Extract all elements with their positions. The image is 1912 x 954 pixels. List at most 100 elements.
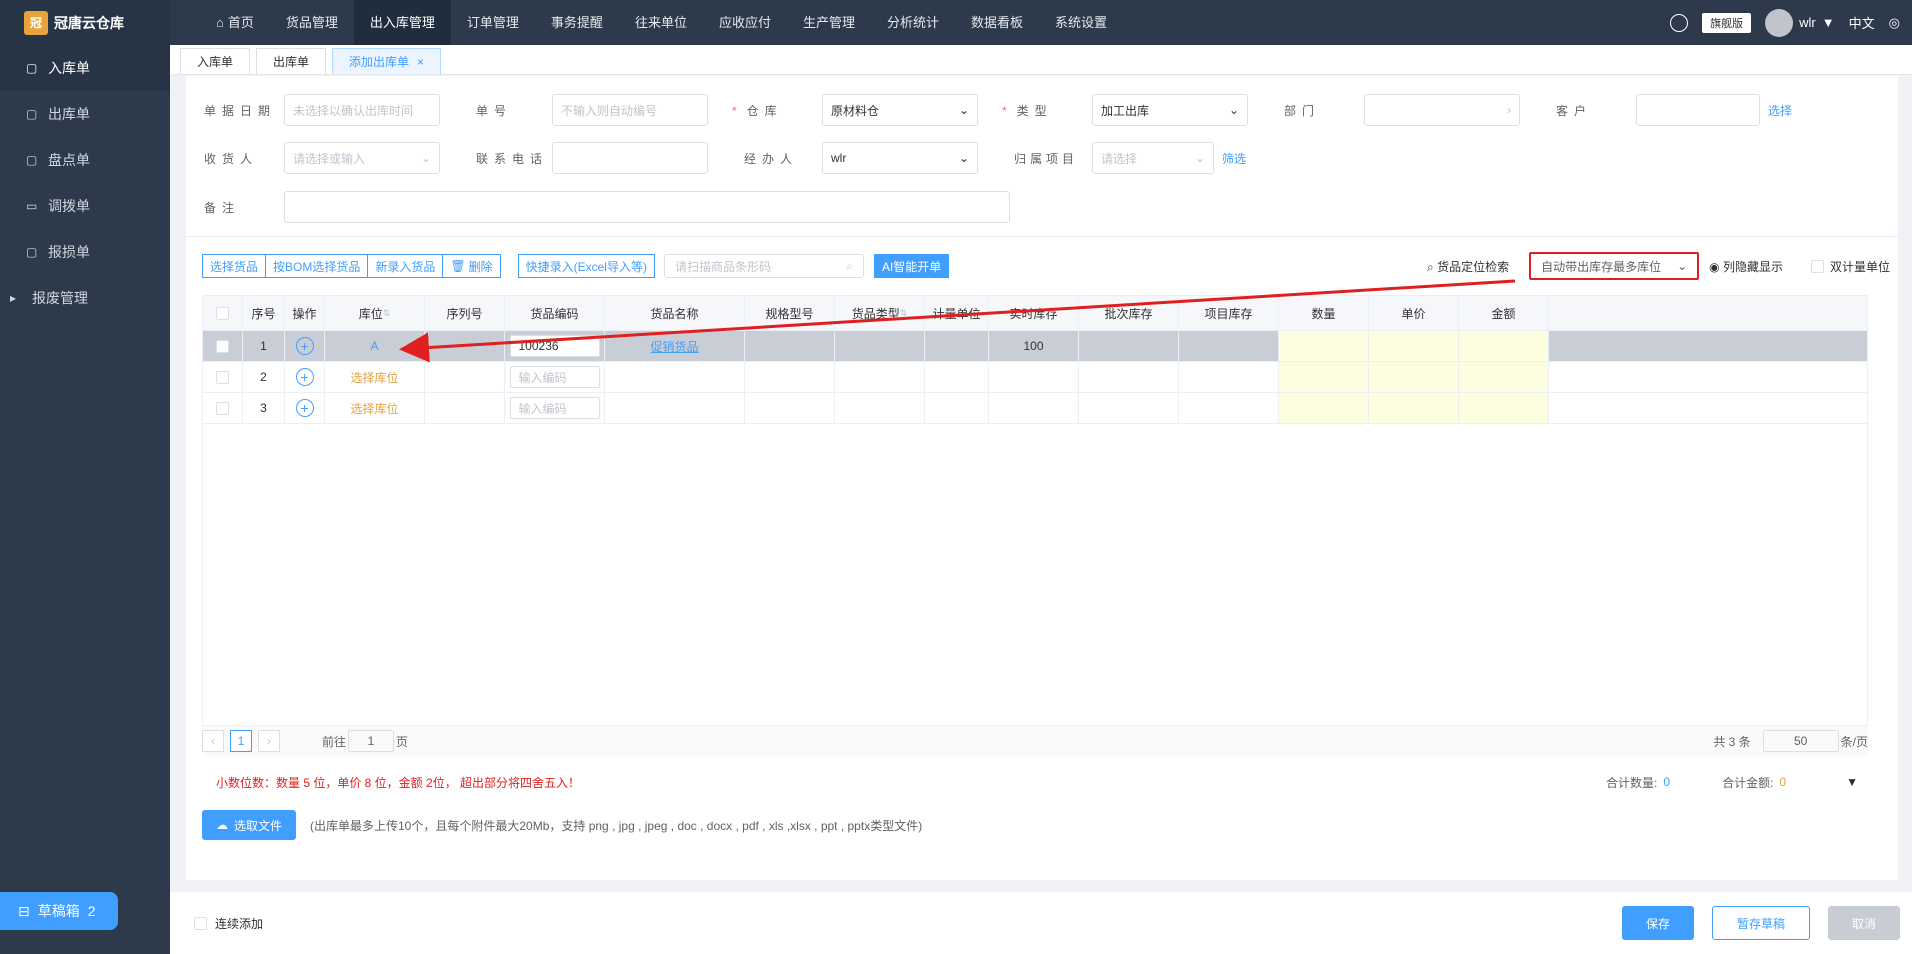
sidebar-item-transfer[interactable]: ▭ 调拨单 <box>0 183 170 229</box>
code-input[interactable]: 输入编码 <box>509 397 600 419</box>
locate-goods-button[interactable]: ⌕ 货品定位检索 <box>1427 258 1509 275</box>
col-header: 单价 <box>1369 296 1459 330</box>
page-size-select[interactable]: 50 <box>1762 730 1839 752</box>
ai-order-button[interactable]: AI智能开单 <box>873 254 950 278</box>
row-checkbox[interactable] <box>216 370 229 384</box>
nav-dashboard[interactable]: 数据看板 <box>955 0 1039 45</box>
price-cell[interactable] <box>1369 331 1459 361</box>
row-checkbox[interactable] <box>216 401 229 415</box>
amount-cell[interactable] <box>1459 393 1549 423</box>
handler-select[interactable]: wlr ⌄ <box>822 142 978 174</box>
amount-cell[interactable] <box>1459 362 1549 392</box>
select-goods-button[interactable]: 选择货品 <box>202 254 267 278</box>
new-goods-button[interactable]: 新录入货品 <box>367 254 444 278</box>
code-input[interactable]: 100236 <box>509 335 600 357</box>
globe-icon[interactable]: ◎ <box>1889 15 1900 31</box>
tab-inbound[interactable]: 入库单 <box>180 48 251 74</box>
remark-label: 备注 <box>204 200 241 215</box>
date-input[interactable]: 未选择以确认出库时间 <box>284 94 440 126</box>
nav-home[interactable]: ⌂ 首页 <box>200 0 270 45</box>
user-menu[interactable]: wlr ▼ <box>1765 8 1835 37</box>
serial-cell[interactable] <box>425 331 505 361</box>
dual-unit-checkbox[interactable]: 双计量单位 <box>1810 258 1890 275</box>
bom-select-button[interactable]: 按BOM选择货品 <box>265 254 369 278</box>
save-button[interactable]: 保存 <box>1621 906 1694 940</box>
phone-input[interactable] <box>552 142 708 174</box>
tab-outbound[interactable]: 出库单 <box>256 48 327 74</box>
checkbox[interactable] <box>194 916 207 930</box>
add-row-icon[interactable]: + <box>295 368 314 386</box>
brand-circle-icon[interactable] <box>1670 13 1689 32</box>
price-cell[interactable] <box>1369 393 1459 423</box>
nav-reminders[interactable]: 事务提醒 <box>535 0 619 45</box>
lang-switch[interactable]: 中文 <box>1849 13 1875 32</box>
code-input[interactable]: 输入编码 <box>509 366 600 388</box>
receiver-select[interactable]: 请选择或输入 ⌄ <box>284 142 440 174</box>
nav-partners[interactable]: 往来单位 <box>619 0 703 45</box>
table-row[interactable]: 2 + 选择库位 输入编码 <box>203 362 1867 393</box>
add-row-icon[interactable]: + <box>295 337 314 355</box>
nav-analytics[interactable]: 分析统计 <box>871 0 955 45</box>
goto-page-input[interactable]: 1 <box>348 730 395 752</box>
qty-cell[interactable] <box>1279 331 1369 361</box>
save-draft-button[interactable]: 暂存草稿 <box>1711 906 1810 940</box>
col-header[interactable]: 货品类型 ⇅ <box>835 296 925 330</box>
location-cell[interactable]: 选择库位 <box>325 393 425 423</box>
table-row[interactable]: 3 + 选择库位 输入编码 <box>203 393 1867 424</box>
sidebar-item-outbound[interactable]: ▢ 出库单 <box>0 91 170 137</box>
cancel-button[interactable]: 取消 <box>1827 906 1900 940</box>
choose-file-button[interactable]: ☁ 选取文件 <box>202 810 297 840</box>
top-bar: 冠 冠唐云仓库 ⌂ 首页 货品管理 出入库管理 订单管理 事务提醒 往来单位 应收… <box>0 0 1912 45</box>
chevron-down-icon: ⌄ <box>420 151 431 165</box>
select-all-checkbox[interactable] <box>216 306 229 320</box>
goods-name-link[interactable]: 促销货品 <box>650 338 698 355</box>
add-row-icon[interactable]: + <box>295 399 314 417</box>
type-select[interactable]: 加工出库 ⌄ <box>1092 94 1248 126</box>
table-row[interactable]: 1 + A 100236 促销货品 100 <box>203 331 1867 362</box>
quick-entry-button[interactable]: 快捷录入(Excel导入等) <box>517 254 655 278</box>
sidebar-item-loss[interactable]: ▢ 报损单 <box>0 229 170 275</box>
dept-select[interactable]: › <box>1364 94 1520 126</box>
app-logo[interactable]: 冠 冠唐云仓库 <box>0 0 170 45</box>
nav-orders[interactable]: 订单管理 <box>451 0 535 45</box>
sidebar-item-inbound[interactable]: ▢ 入库单 <box>0 45 170 91</box>
tab-add-outbound[interactable]: 添加出库单 × <box>332 48 442 74</box>
nav-production[interactable]: 生产管理 <box>787 0 871 45</box>
location-cell[interactable]: A <box>325 331 425 361</box>
no-input[interactable]: 不输入则自动编号 <box>552 94 708 126</box>
auto-location-select[interactable]: 自动带出库存最多库位 ⌄ <box>1529 252 1700 280</box>
customer-input[interactable] <box>1636 94 1760 126</box>
remark-input[interactable] <box>284 191 1010 223</box>
nav-finance[interactable]: 应收应付 <box>703 0 787 45</box>
location-cell[interactable]: 选择库位 <box>325 362 425 392</box>
nav-stock-io[interactable]: 出入库管理 <box>353 0 451 45</box>
project-filter-link[interactable]: 筛选 <box>1222 150 1246 167</box>
toggle-columns-button[interactable]: ◉ 列隐藏显示 <box>1709 258 1783 275</box>
checkbox[interactable] <box>1810 259 1824 273</box>
qty-cell[interactable] <box>1279 393 1369 423</box>
sidebar-item-scrap[interactable]: ▸ 报废管理 <box>0 275 170 321</box>
draft-box-button[interactable]: ⊟ 草稿箱 2 <box>0 892 118 930</box>
project-select[interactable]: 请选择 ⌄ <box>1092 142 1214 174</box>
page-number[interactable]: 1 <box>230 730 252 752</box>
prev-page-icon[interactable]: ‹ <box>202 730 224 752</box>
customer-select-link[interactable]: 选择 <box>1768 102 1792 119</box>
col-header[interactable]: 库位 ⇅ <box>325 296 425 330</box>
continuous-add-checkbox[interactable]: 连续添加 <box>194 915 263 932</box>
sidebar-item-inventory[interactable]: ▢ 盘点单 <box>0 137 170 183</box>
warehouse-select[interactable]: 原材料仓 ⌄ <box>822 94 978 126</box>
qty-cell[interactable] <box>1279 362 1369 392</box>
nav-goods[interactable]: 货品管理 <box>270 0 354 45</box>
close-icon[interactable]: × <box>417 55 424 69</box>
nav-settings[interactable]: 系统设置 <box>1039 0 1123 45</box>
amount-cell[interactable] <box>1459 331 1549 361</box>
price-cell[interactable] <box>1369 362 1459 392</box>
barcode-scan-input[interactable]: 请扫描商品条形码 ⌕ <box>663 254 864 278</box>
delete-button[interactable]: 🗑 删除 <box>442 254 501 278</box>
sidebar: ▢ 入库单 ▢ 出库单 ▢ 盘点单 ▭ 调拨单 ▢ 报损单 ▸ 报废管理 ⊟ 草稿箱 2 <box>0 45 170 954</box>
serial-cell[interactable] <box>425 362 505 392</box>
row-checkbox[interactable] <box>216 339 229 353</box>
serial-cell[interactable] <box>425 393 505 423</box>
caret-down-icon[interactable]: ▼ <box>1846 775 1858 789</box>
next-page-icon[interactable]: › <box>258 730 280 752</box>
